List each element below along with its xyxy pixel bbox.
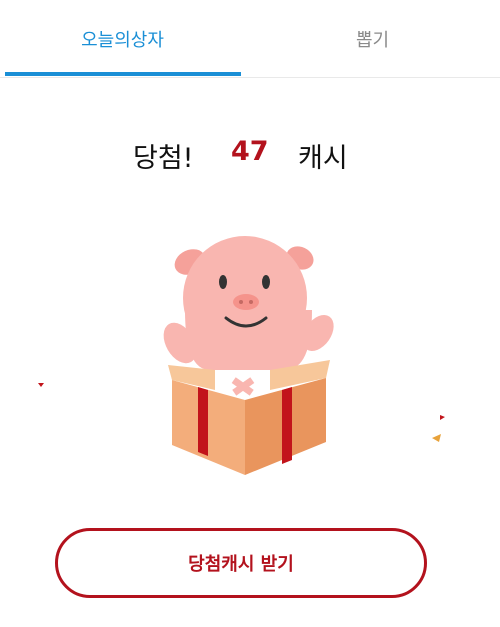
cash-label: 캐시 bbox=[298, 143, 348, 174]
ribbon bbox=[282, 387, 292, 464]
reward-illustration bbox=[0, 220, 500, 500]
tab-draw[interactable]: 뽑기 bbox=[245, 0, 500, 78]
active-tab-indicator bbox=[5, 72, 241, 76]
claim-cash-button[interactable]: 당첨캐시 받기 bbox=[55, 528, 427, 598]
pig-nose bbox=[233, 294, 259, 310]
tab-bar: 오늘의상자 뽑기 bbox=[0, 0, 500, 78]
gift-box-left-face bbox=[172, 380, 245, 475]
win-label: 당첨! bbox=[133, 143, 194, 174]
tab-today-box[interactable]: 오늘의상자 bbox=[0, 0, 245, 78]
pig-eye bbox=[262, 275, 270, 289]
confetti-piece bbox=[432, 434, 441, 442]
pig-in-gift-box-icon bbox=[38, 236, 445, 475]
win-amount: 47 bbox=[231, 136, 269, 167]
pig-eye bbox=[219, 275, 227, 289]
confetti-piece bbox=[440, 415, 445, 420]
win-result: 당첨! 47 캐시 bbox=[0, 136, 500, 180]
confetti-piece bbox=[38, 383, 44, 387]
ribbon bbox=[198, 387, 208, 456]
